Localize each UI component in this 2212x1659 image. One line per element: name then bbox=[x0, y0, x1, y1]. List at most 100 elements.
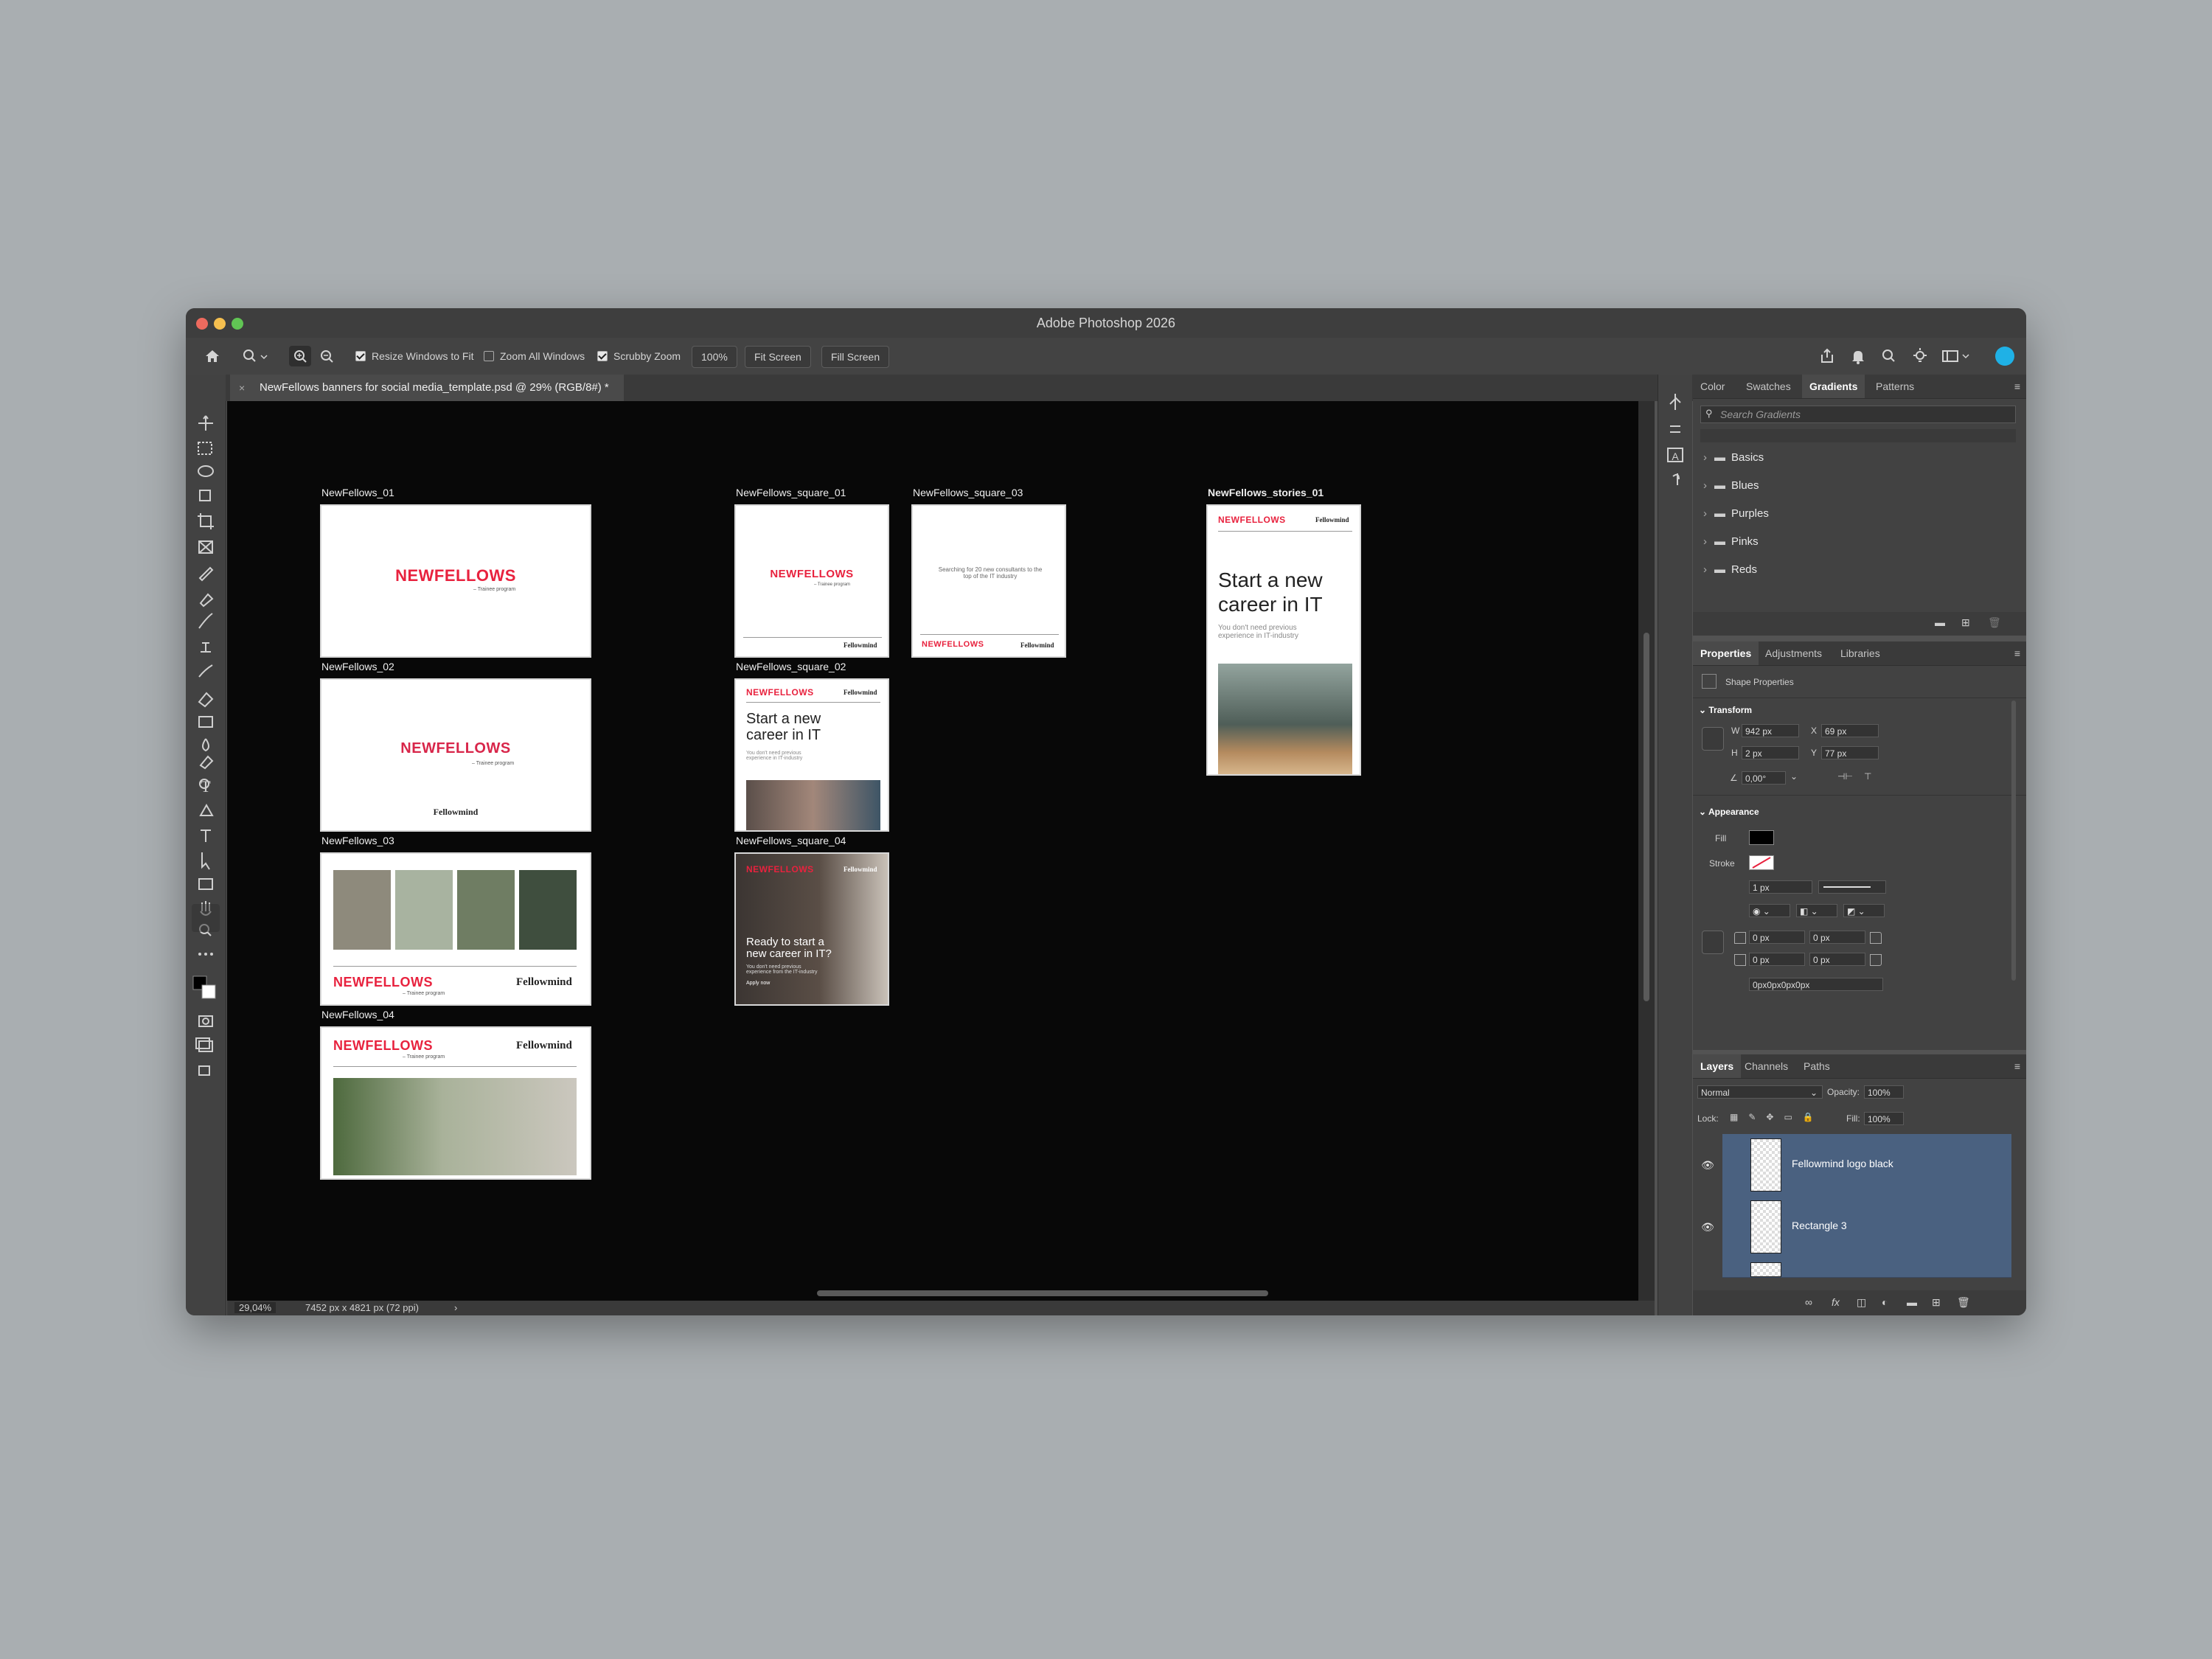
gradient-tool-icon[interactable] bbox=[197, 717, 215, 734]
marquee-tool-icon[interactable] bbox=[197, 441, 215, 459]
gradient-folder-basics[interactable]: › ▬ Basics bbox=[1703, 451, 1764, 464]
artboard-newfellows-square-02[interactable]: NEWFELLOWS Fellowmind Start a new career… bbox=[734, 678, 889, 832]
delete-layer-icon[interactable]: 🗑 bbox=[1957, 1296, 1970, 1309]
link-proportions-icon[interactable] bbox=[1702, 727, 1724, 751]
artboard-newfellows-square-03[interactable]: Searching for 20 new consultants to the … bbox=[911, 504, 1066, 658]
tab-layers[interactable]: Layers bbox=[1693, 1054, 1742, 1078]
artboard-label[interactable]: NewFellows_square_02 bbox=[736, 661, 846, 672]
tab-patterns[interactable]: Patterns bbox=[1868, 375, 1921, 398]
add-mask-icon[interactable]: ◫ bbox=[1857, 1296, 1866, 1309]
gradient-folder-purples[interactable]: › ▬ Purples bbox=[1703, 507, 1769, 520]
vertical-scrollbar-thumb[interactable] bbox=[1644, 633, 1649, 1001]
tab-channels[interactable]: Channels bbox=[1737, 1054, 1795, 1078]
fill-screen-button[interactable]: Fill Screen bbox=[821, 346, 890, 368]
zoom-percent-field[interactable]: 100% bbox=[692, 346, 737, 368]
artboard-newfellows-stories-01[interactable]: NEWFELLOWS Fellowmind Start a new career… bbox=[1206, 504, 1361, 776]
stroke-width-field[interactable]: 1 px bbox=[1749, 880, 1812, 894]
artboard-newfellows-02[interactable]: NEWFELLOWS – Trainee program Fellowmind bbox=[320, 678, 591, 832]
tab-properties[interactable]: Properties bbox=[1693, 641, 1759, 665]
zoom-in-icon[interactable] bbox=[289, 346, 311, 366]
stroke-none-swatch[interactable] bbox=[1749, 855, 1774, 870]
edit-toolbar-icon[interactable] bbox=[197, 1063, 215, 1081]
new-gradient-icon[interactable]: ⊞ bbox=[1961, 616, 1970, 629]
stroke-caps-dropdown[interactable]: ◧ ⌄ bbox=[1796, 904, 1837, 917]
crop-tool-icon[interactable] bbox=[197, 516, 215, 534]
gradient-folder-reds[interactable]: › ▬ Reds bbox=[1703, 563, 1757, 576]
zoom-tool-icon[interactable] bbox=[197, 917, 215, 935]
zoom-out-icon[interactable] bbox=[316, 346, 338, 366]
resize-windows-checkbox[interactable]: Resize Windows to Fit bbox=[355, 346, 473, 366]
document-info[interactable]: 7452 px x 4821 px (72 ppi) bbox=[305, 1302, 419, 1313]
discover-lightbulb-icon[interactable] bbox=[1911, 346, 1929, 366]
tab-adjustments[interactable]: Adjustments bbox=[1758, 641, 1829, 665]
corner-tl-field[interactable]: 0 px bbox=[1749, 931, 1805, 944]
height-field[interactable]: 2 px bbox=[1742, 746, 1799, 759]
canvas-area[interactable]: NewFellows_01 NEWFELLOWS – Trainee progr… bbox=[227, 401, 1638, 1301]
gradient-folder-blues[interactable]: › ▬ Blues bbox=[1703, 479, 1759, 492]
artboard-label[interactable]: NewFellows_square_01 bbox=[736, 487, 846, 498]
tab-swatches[interactable]: Swatches bbox=[1739, 375, 1798, 398]
transform-section[interactable]: ⌄ Transform bbox=[1699, 705, 1752, 715]
corner-summary-field[interactable]: 0px0px0px0px bbox=[1749, 978, 1883, 991]
layer-row-partial[interactable] bbox=[1722, 1258, 2011, 1278]
rectangle-tool-icon[interactable] bbox=[197, 867, 215, 885]
layer-row-selected[interactable]: Fellowmind logo black bbox=[1722, 1134, 2011, 1197]
panel-menu-icon[interactable]: ≡ bbox=[2014, 647, 2020, 659]
character-icon[interactable] bbox=[1666, 445, 1685, 465]
eraser-tool-icon[interactable] bbox=[197, 692, 215, 709]
tab-libraries[interactable]: Libraries bbox=[1833, 641, 1888, 665]
notifications-bell-icon[interactable] bbox=[1849, 346, 1867, 366]
user-avatar[interactable] bbox=[1995, 346, 2016, 366]
more-tools-icon[interactable] bbox=[197, 945, 215, 963]
horizontal-scrollbar-thumb[interactable] bbox=[817, 1290, 1268, 1296]
visibility-eye-icon[interactable]: 👁 bbox=[1700, 1134, 1715, 1196]
layer-style-fx-icon[interactable]: fx bbox=[1832, 1296, 1840, 1308]
zoom-tool-preset-icon[interactable] bbox=[240, 346, 270, 366]
hand-tool-icon[interactable] bbox=[197, 892, 215, 910]
gradient-folder-pinks[interactable]: › ▬ Pinks bbox=[1703, 535, 1759, 548]
visibility-eye-icon[interactable]: 👁 bbox=[1700, 1196, 1715, 1258]
blend-mode-dropdown[interactable]: Normal ⌄ bbox=[1697, 1085, 1823, 1099]
corner-tr-field[interactable]: 0 px bbox=[1809, 931, 1865, 944]
history-brush-tool-icon[interactable] bbox=[197, 667, 215, 684]
zoom-level[interactable]: 29,04% bbox=[234, 1302, 276, 1313]
stroke-align-dropdown[interactable]: ◉ ⌄ bbox=[1749, 904, 1790, 917]
new-group-folder-icon[interactable]: ▬ bbox=[1935, 616, 1945, 628]
artboard-label[interactable]: NewFellows_04 bbox=[321, 1009, 394, 1020]
chevron-down-icon[interactable]: ⌄ bbox=[1790, 771, 1798, 782]
artboard-label[interactable]: NewFellows_03 bbox=[321, 835, 394, 846]
eyedropper-tool-icon[interactable] bbox=[197, 566, 215, 584]
artboard-label[interactable]: NewFellows_01 bbox=[321, 487, 394, 498]
artboard-newfellows-square-04[interactable]: NEWFELLOWS Fellowmind Ready to start a n… bbox=[734, 852, 889, 1006]
screen-mode-icon[interactable] bbox=[197, 1038, 215, 1056]
stroke-corners-dropdown[interactable]: ◩ ⌄ bbox=[1843, 904, 1885, 917]
panel-menu-icon[interactable]: ≡ bbox=[2014, 1060, 2020, 1072]
pen-tool-icon[interactable] bbox=[197, 817, 215, 835]
healing-brush-tool-icon[interactable] bbox=[197, 591, 215, 609]
x-position-field[interactable]: 69 px bbox=[1821, 724, 1879, 737]
clone-stamp-tool-icon[interactable] bbox=[197, 641, 215, 659]
zoom-all-windows-checkbox[interactable]: Zoom All Windows bbox=[484, 346, 585, 366]
quick-mask-icon[interactable] bbox=[197, 1013, 215, 1031]
history-icon[interactable] bbox=[1666, 392, 1685, 410]
flip-vertical-icon[interactable]: ⊤ bbox=[1864, 771, 1871, 782]
close-tab-icon[interactable]: × bbox=[239, 375, 245, 401]
y-position-field[interactable]: 77 px bbox=[1821, 746, 1879, 759]
link-corner-radius-icon[interactable] bbox=[1702, 931, 1724, 954]
corner-bl-field[interactable]: 0 px bbox=[1749, 953, 1805, 966]
lasso-tool-icon[interactable] bbox=[197, 466, 215, 484]
width-field[interactable]: 942 px bbox=[1742, 724, 1799, 737]
artboard-newfellows-square-01[interactable]: NEWFELLOWS – Trainee program Fellowmind bbox=[734, 504, 889, 658]
opacity-field[interactable]: 100% bbox=[1864, 1085, 1904, 1099]
panel-menu-icon[interactable]: ≡ bbox=[2014, 380, 2020, 392]
paragraph-icon[interactable] bbox=[1666, 470, 1685, 488]
artboard-newfellows-04[interactable]: NEWFELLOWS – Trainee program Fellowmind bbox=[320, 1026, 591, 1180]
path-selection-tool-icon[interactable] bbox=[197, 842, 215, 860]
tab-color[interactable]: Color bbox=[1693, 375, 1732, 398]
fill-color-swatch[interactable] bbox=[1749, 830, 1774, 845]
appearance-section[interactable]: ⌄ Appearance bbox=[1699, 807, 1759, 817]
flip-horizontal-icon[interactable]: ⊣⊢ bbox=[1837, 771, 1853, 782]
scrubby-zoom-checkbox[interactable]: Scrubby Zoom bbox=[597, 346, 681, 366]
new-group-icon[interactable]: ▬ bbox=[1907, 1296, 1917, 1308]
gradients-search-input[interactable]: ⚲ Search Gradients bbox=[1700, 406, 2016, 423]
